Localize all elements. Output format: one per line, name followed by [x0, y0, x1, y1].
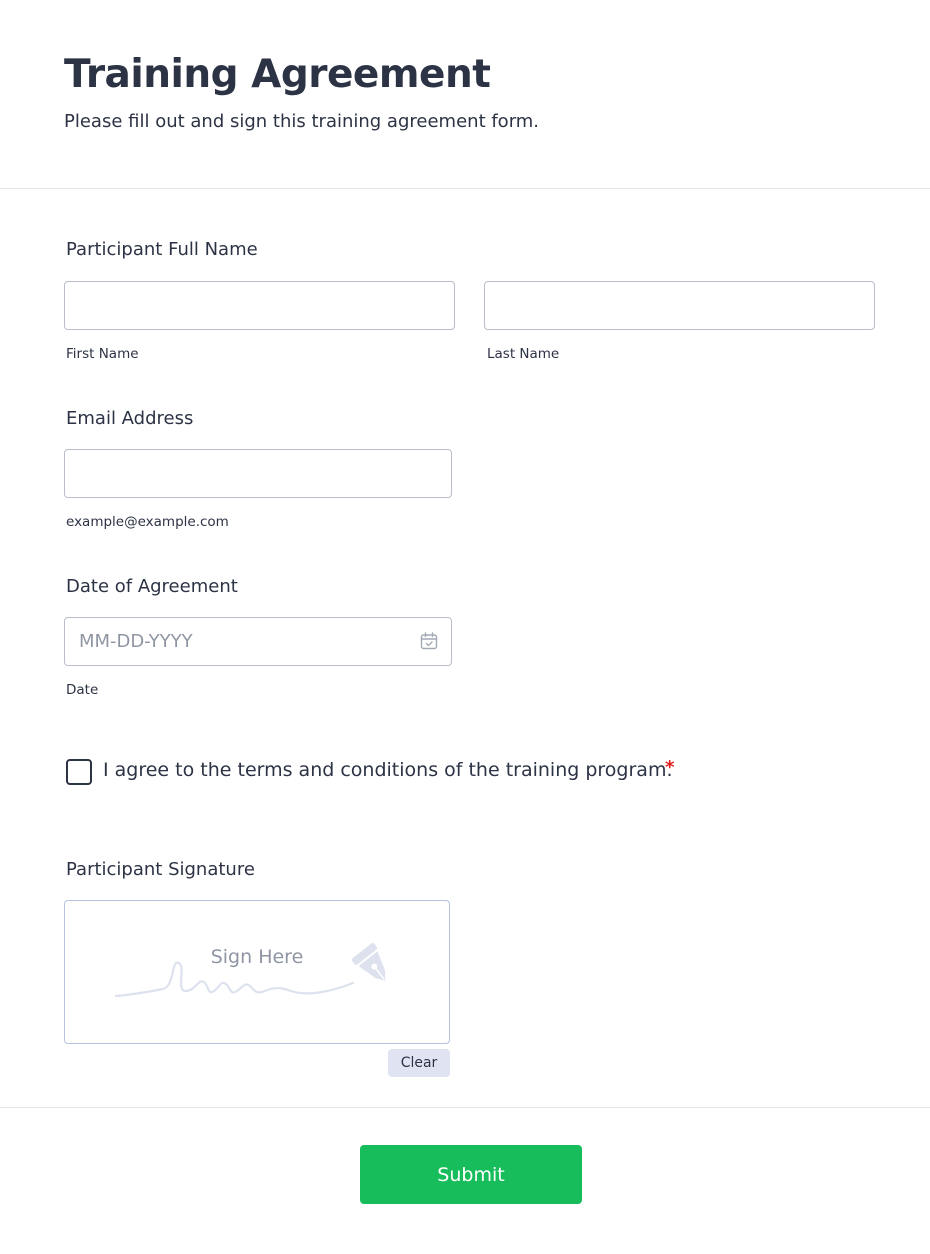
page-title: Training Agreement — [64, 52, 491, 97]
signature-label: Participant Signature — [66, 859, 255, 880]
email-label: Email Address — [66, 408, 194, 429]
footer-divider — [0, 1107, 930, 1108]
required-asterisk: * — [665, 757, 675, 778]
signature-placeholder: Sign Here — [210, 946, 304, 968]
first-name-sublabel: First Name — [66, 346, 139, 362]
page-subtitle: Please fill out and sign this training a… — [64, 111, 540, 132]
calendar-icon[interactable] — [420, 632, 438, 650]
agree-label[interactable]: I agree to the terms and conditions of t… — [103, 759, 673, 781]
agree-checkbox[interactable] — [66, 759, 92, 785]
submit-button[interactable]: Submit — [360, 1145, 582, 1204]
date-field — [64, 617, 452, 666]
clear-signature-button[interactable]: Clear — [388, 1049, 450, 1077]
date-input[interactable] — [64, 617, 452, 666]
last-name-input[interactable] — [484, 281, 875, 330]
date-sublabel: Date — [66, 682, 99, 698]
email-input[interactable] — [64, 449, 452, 498]
date-label: Date of Agreement — [66, 576, 238, 597]
first-name-input[interactable] — [64, 281, 455, 330]
form-header: Training Agreement Please fill out and s… — [0, 0, 930, 189]
full-name-label: Participant Full Name — [66, 239, 258, 260]
last-name-sublabel: Last Name — [487, 346, 560, 362]
email-sublabel: example@example.com — [66, 514, 229, 530]
signature-pad[interactable]: Sign Here — [64, 900, 450, 1044]
